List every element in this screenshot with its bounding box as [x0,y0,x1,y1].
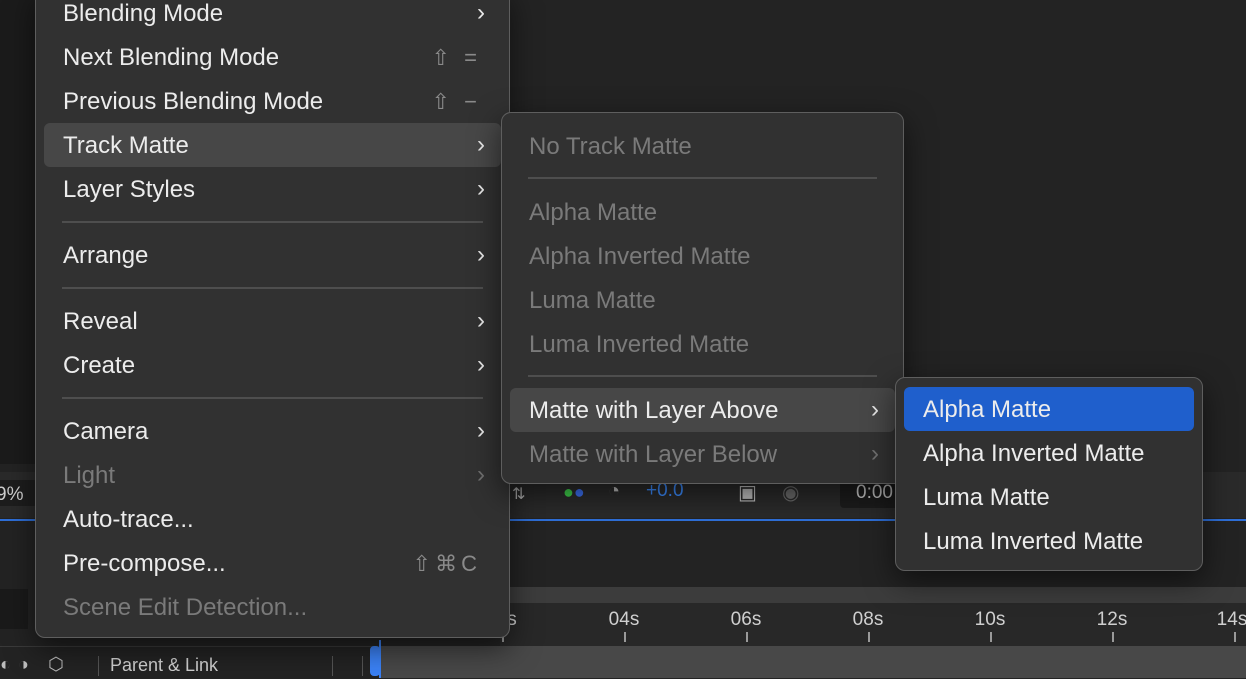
shortcut-shift-cmd-c: ⇧⌘C [412,551,481,576]
ruler-label: 14s [1216,609,1246,630]
menu-item-above-luma-inverted-matte[interactable]: Luma Inverted Matte [904,519,1194,563]
chevron-right-icon: › [477,417,485,444]
ruler-tick [1234,632,1236,642]
magnification-value: 9% [0,484,24,505]
ruler-label: 04s [608,609,640,630]
3d-layer-icon[interactable]: ⬡ [48,654,64,675]
menu-item-light[interactable]: Light › [44,453,501,497]
menu-separator [62,221,483,223]
channels-icon[interactable]: ●● [563,482,585,503]
chevron-right-icon: › [477,0,485,26]
menu-item-pre-compose[interactable]: Pre-compose... ⇧⌘C [44,541,501,585]
chevron-right-icon: › [871,396,879,423]
menu-separator [528,375,877,377]
menu-item-create[interactable]: Create › [44,343,501,387]
menu-item-above-alpha-matte[interactable]: Alpha Matte [904,387,1194,431]
menu-separator [62,287,483,289]
ruler-tick [868,632,870,642]
playhead-line [379,640,381,678]
menu-item-alpha-inverted-matte[interactable]: Alpha Inverted Matte [510,234,895,278]
column-divider [98,656,99,676]
ruler-tick [746,632,748,642]
ruler-label: 06s [730,609,762,630]
parent-link-header[interactable]: Parent & Link [110,655,218,676]
ruler-tick [624,632,626,642]
chevron-right-icon: › [477,131,485,158]
layer-context-menu: Blending Mode › Next Blending Mode ⇧ = P… [35,0,510,638]
ruler-label: 10s [974,609,1006,630]
column-divider [332,656,333,676]
menu-item-reveal[interactable]: Reveal › [44,299,501,343]
menu-item-auto-trace[interactable]: Auto-trace... [44,497,501,541]
menu-item-matte-with-layer-below[interactable]: Matte with Layer Below › [510,432,895,476]
menu-item-scene-edit-detection[interactable]: Scene Edit Detection... [44,585,501,629]
chevron-right-icon: › [477,241,485,268]
menu-item-alpha-matte[interactable]: Alpha Matte [510,190,895,234]
lock-icon[interactable]: ◑ [18,654,29,675]
menu-item-luma-inverted-matte[interactable]: Luma Inverted Matte [510,322,895,366]
timeline-search-box[interactable] [0,589,28,629]
layer-track-bar[interactable] [380,646,1246,678]
shortcut-shift-minus: ⇧ − [431,89,481,114]
magnification-field[interactable]: 9% [0,480,38,506]
ruler-tick [1112,632,1114,642]
work-area-bar[interactable] [500,587,1246,603]
menu-item-luma-matte[interactable]: Luma Matte [510,278,895,322]
menu-item-above-alpha-inverted-matte[interactable]: Alpha Inverted Matte [904,431,1194,475]
ruler-tick [990,632,992,642]
menu-separator [62,397,483,399]
left-panel [0,0,37,464]
chevron-right-icon: › [477,175,485,202]
menu-item-previous-blending-mode[interactable]: Previous Blending Mode ⇧ − [44,79,501,123]
menu-item-track-matte[interactable]: Track Matte › [44,123,501,167]
solo-icon[interactable]: ◐ [0,654,11,675]
menu-item-camera[interactable]: Camera › [44,409,501,453]
timecode-value: 0:00 [856,482,893,503]
menu-item-no-track-matte[interactable]: No Track Matte [510,124,895,168]
column-divider [362,656,363,676]
shortcut-shift-equals: ⇧ = [431,45,481,70]
chevron-right-icon: › [477,351,485,378]
menu-item-above-luma-matte[interactable]: Luma Matte [904,475,1194,519]
layer-above-submenu: Alpha Matte Alpha Inverted Matte Luma Ma… [895,377,1203,571]
toggle-icon[interactable]: ⇅ [512,484,525,504]
chevron-right-icon: › [477,307,485,334]
chevron-right-icon: › [871,440,879,467]
menu-separator [528,177,877,179]
menu-item-matte-with-layer-above[interactable]: Matte with Layer Above › [510,388,895,432]
ruler-label: 08s [852,609,884,630]
menu-item-arrange[interactable]: Arrange › [44,233,501,277]
ruler-label: 12s [1096,609,1128,630]
chevron-right-icon: › [477,461,485,488]
menu-item-blending-mode[interactable]: Blending Mode › [44,0,501,35]
menu-item-next-blending-mode[interactable]: Next Blending Mode ⇧ = [44,35,501,79]
track-matte-submenu: No Track Matte Alpha Matte Alpha Inverte… [501,112,904,484]
menu-item-layer-styles[interactable]: Layer Styles › [44,167,501,211]
